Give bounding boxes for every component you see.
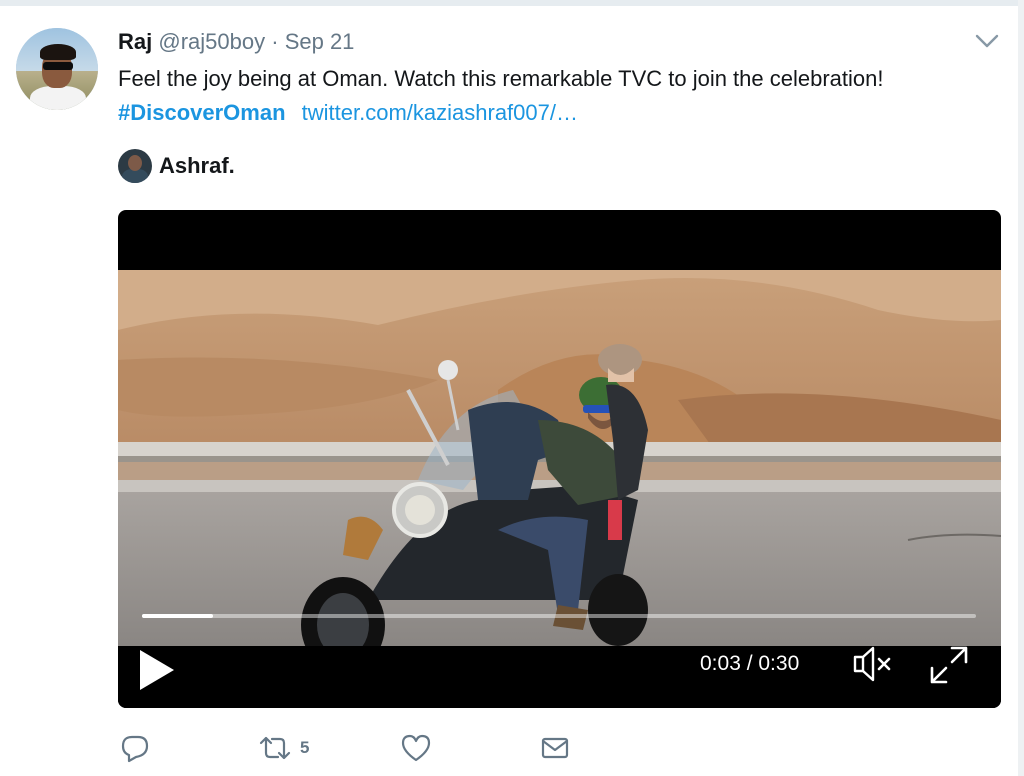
right-edge-border — [1018, 0, 1024, 776]
url-link[interactable]: twitter.com/kaziashraf007/… — [302, 100, 578, 125]
reply-button[interactable] — [120, 728, 150, 768]
header-separator: · — [271, 29, 279, 54]
retweet-count: 5 — [300, 738, 310, 757]
video-progress-fill — [142, 614, 213, 618]
video-time: 0:03 / 0:30 — [700, 652, 800, 675]
hashtag-link[interactable]: #DiscoverOman — [118, 100, 286, 125]
chevron-down-icon[interactable] — [974, 30, 1000, 52]
author-name[interactable]: Raj — [118, 29, 152, 54]
like-button[interactable] — [400, 728, 432, 768]
tweet-actions: 5 — [118, 728, 618, 768]
video-player[interactable]: 0:03 / 0:30 — [118, 210, 1001, 708]
retweet-button[interactable]: 5 — [258, 728, 309, 768]
direct-message-button[interactable] — [540, 728, 570, 768]
author-handle[interactable]: @raj50boy — [158, 29, 265, 54]
tweet-text: Feel the joy being at Oman. Watch this r… — [118, 62, 998, 130]
muted-speaker-icon[interactable] — [851, 644, 897, 684]
quoted-author[interactable]: Ashraf. — [118, 148, 235, 184]
play-icon[interactable] — [136, 648, 176, 692]
tweet-header: Raj @raj50boy · Sep 21 — [118, 28, 354, 56]
tweet-body: Feel the joy being at Oman. Watch this r… — [118, 66, 884, 91]
fullscreen-icon[interactable] — [928, 644, 970, 686]
retweet-icon[interactable] — [258, 733, 292, 763]
tweet-date[interactable]: Sep 21 — [285, 29, 355, 54]
avatar[interactable] — [16, 28, 98, 110]
quoted-name[interactable]: Ashraf. — [159, 153, 235, 179]
video-progress-bar[interactable] — [142, 614, 976, 618]
video-frame[interactable] — [118, 270, 1001, 646]
envelope-icon[interactable] — [540, 733, 570, 763]
reply-icon[interactable] — [120, 733, 150, 763]
quoted-avatar[interactable] — [118, 149, 152, 183]
heart-icon[interactable] — [400, 733, 432, 763]
top-divider — [0, 0, 1024, 6]
